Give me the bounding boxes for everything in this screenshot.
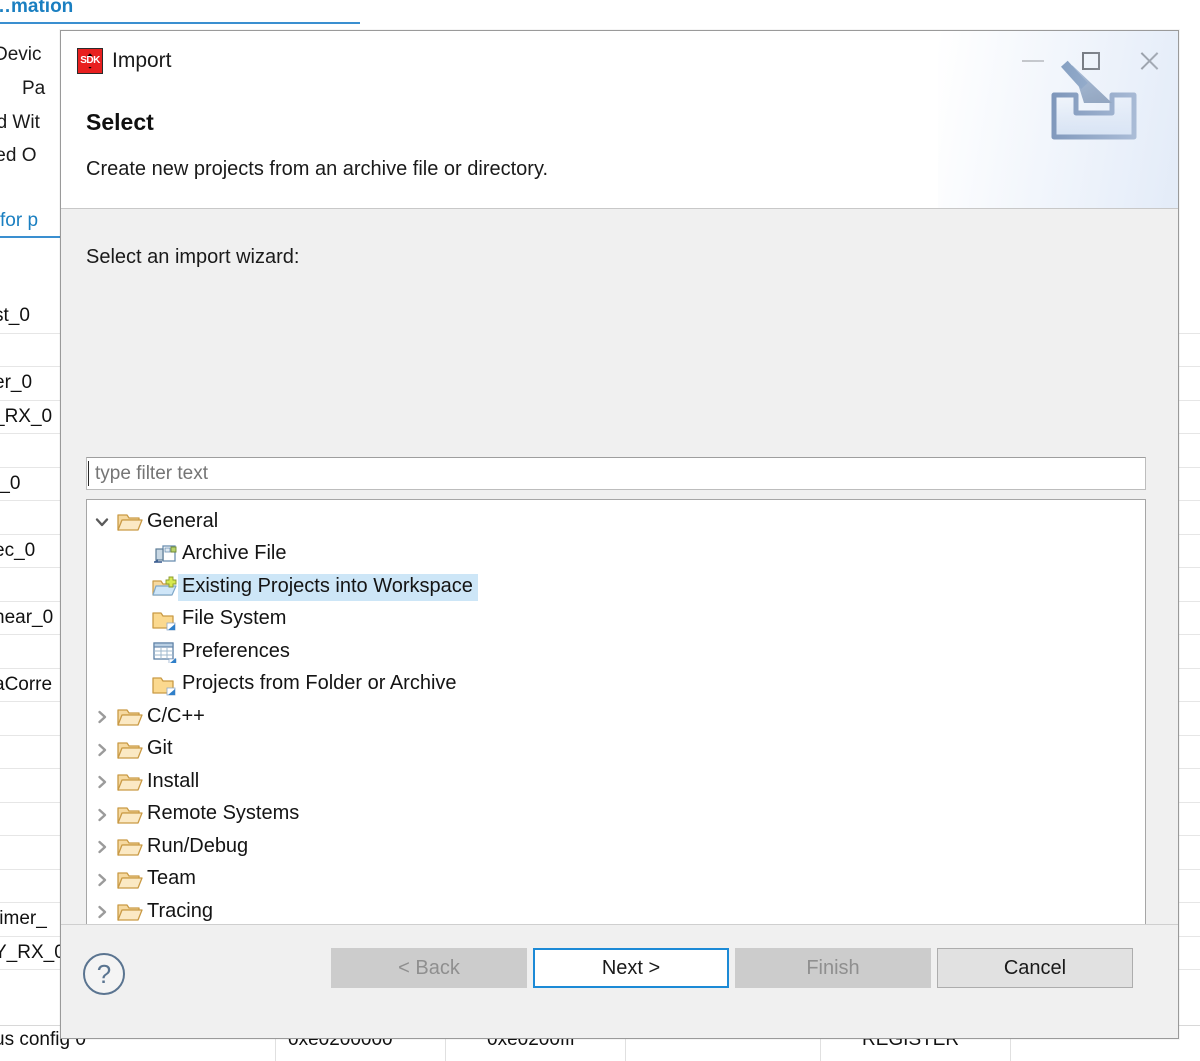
cancel-button-label: Cancel xyxy=(1003,956,1067,979)
next-button[interactable]: Next > xyxy=(533,948,729,988)
folder-import-icon xyxy=(152,609,178,631)
dialog-titlebar[interactable]: SDK Import xyxy=(61,31,1178,91)
page-description: Create new projects from an archive file… xyxy=(86,158,549,180)
tree-item-label: File System xyxy=(182,607,287,630)
import-project-icon xyxy=(152,576,178,598)
screen: …mation Devic Pa ed Wit ted O for p st_0… xyxy=(0,0,1200,1061)
chevron-right-icon[interactable] xyxy=(87,808,117,822)
background-cell: t_0 xyxy=(0,472,21,494)
background-divider-top xyxy=(0,22,360,24)
folder-open-icon xyxy=(117,901,143,923)
filter-input[interactable] xyxy=(86,457,1146,490)
finish-button-label: Finish xyxy=(806,956,860,979)
tree-item-label: Existing Projects into Workspace xyxy=(178,573,478,601)
tree-item-label: Archive File xyxy=(182,542,287,565)
folder-open-icon xyxy=(117,804,143,826)
background-cell: _RX_0 xyxy=(0,405,53,427)
next-button-label: Next > xyxy=(601,956,661,979)
archive-file-icon xyxy=(152,544,178,566)
tree-item-label: C/C++ xyxy=(147,704,205,727)
background-field-created-with: ed Wit xyxy=(0,112,40,133)
tree-item-file-system[interactable]: File System xyxy=(87,604,1145,637)
tree-item-label: Run/Debug xyxy=(147,834,249,857)
tree-item-team[interactable]: Team xyxy=(87,864,1145,897)
wizard-label: Select an import wizard: xyxy=(86,246,300,268)
chevron-right-icon[interactable] xyxy=(87,775,117,789)
chevron-right-icon[interactable] xyxy=(87,743,117,757)
tree-item-label: Install xyxy=(147,769,200,792)
chevron-right-icon[interactable] xyxy=(87,873,117,887)
dialog-footer: ? < Back Next > Finish Cancel xyxy=(61,924,1178,1038)
tree-item-install[interactable]: Install xyxy=(87,766,1145,799)
background-cell: ec_0 xyxy=(0,539,36,561)
background-field-device: Devic xyxy=(0,44,42,65)
folder-open-icon xyxy=(117,869,143,891)
folder-open-icon xyxy=(117,511,143,533)
tree-item-label: General xyxy=(147,509,219,532)
tree-item-label: Team xyxy=(147,867,196,890)
tree-item-c-c[interactable]: C/C++ xyxy=(87,701,1145,734)
back-button-label: < Back xyxy=(398,956,460,979)
tree-item-git[interactable]: Git xyxy=(87,734,1145,767)
cancel-button[interactable]: Cancel xyxy=(937,948,1133,988)
background-cell: aCorre xyxy=(0,673,53,695)
background-cell: er_0 xyxy=(0,372,33,393)
tree-item-existing-projects-into-workspace[interactable]: Existing Projects into Workspace xyxy=(87,571,1145,604)
background-field-targeted-os: ted O xyxy=(0,145,37,166)
dialog-button-row: < Back Next > Finish Cancel xyxy=(331,948,1133,988)
folder-open-icon xyxy=(117,706,143,728)
tree-item-projects-from-folder-or-archive[interactable]: Projects from Folder or Archive xyxy=(87,669,1145,702)
background-link[interactable]: for p xyxy=(0,210,38,232)
sdk-icon: SDK xyxy=(77,48,103,74)
folder-import-icon xyxy=(152,674,178,696)
tree-item-label: Remote Systems xyxy=(147,802,300,825)
background-section-title: …mation xyxy=(0,0,74,17)
dialog-title: Import xyxy=(112,49,172,72)
help-glyph: ? xyxy=(96,958,112,989)
chevron-down-icon[interactable] xyxy=(87,515,117,529)
folder-open-icon xyxy=(117,771,143,793)
tree-item-general[interactable]: General xyxy=(87,506,1145,539)
background-cell: Y_RX_0 xyxy=(0,941,65,963)
dialog-body: Select an import wizard: General Archive… xyxy=(61,209,1178,1017)
dialog-header: SDK Import Select Create new projects fr… xyxy=(61,31,1178,209)
tree-item-label: Tracing xyxy=(147,899,213,922)
chevron-right-icon[interactable] xyxy=(87,905,117,919)
background-cell: st_0 xyxy=(0,305,30,326)
tree-item-remote-systems[interactable]: Remote Systems xyxy=(87,799,1145,832)
tree-item-label: Git xyxy=(147,737,173,760)
tree-item-archive-file[interactable]: Archive File xyxy=(87,539,1145,572)
text-caret xyxy=(88,461,89,486)
page-title: Select xyxy=(86,109,154,135)
tree-item-label: Projects from Folder or Archive xyxy=(182,672,457,695)
tree-item-label: Preferences xyxy=(182,639,290,662)
back-button: < Back xyxy=(331,948,527,988)
folder-open-icon xyxy=(117,836,143,858)
chevron-right-icon[interactable] xyxy=(87,710,117,724)
tree-item-preferences[interactable]: Preferences xyxy=(87,636,1145,669)
import-tray-icon xyxy=(1038,51,1150,156)
preferences-icon xyxy=(152,641,178,665)
tree-item-run-debug[interactable]: Run/Debug xyxy=(87,831,1145,864)
finish-button: Finish xyxy=(735,948,931,988)
sdk-icon-label: SDK xyxy=(80,55,100,66)
import-dialog: SDK Import Select Create new projects fr… xyxy=(60,30,1179,1039)
chevron-right-icon[interactable] xyxy=(87,840,117,854)
background-cell: near_0 xyxy=(0,606,54,628)
background-cell: timer_ xyxy=(0,908,47,929)
help-icon[interactable]: ? xyxy=(83,953,125,995)
folder-open-icon xyxy=(117,739,143,761)
background-field-part: Pa xyxy=(22,78,46,99)
